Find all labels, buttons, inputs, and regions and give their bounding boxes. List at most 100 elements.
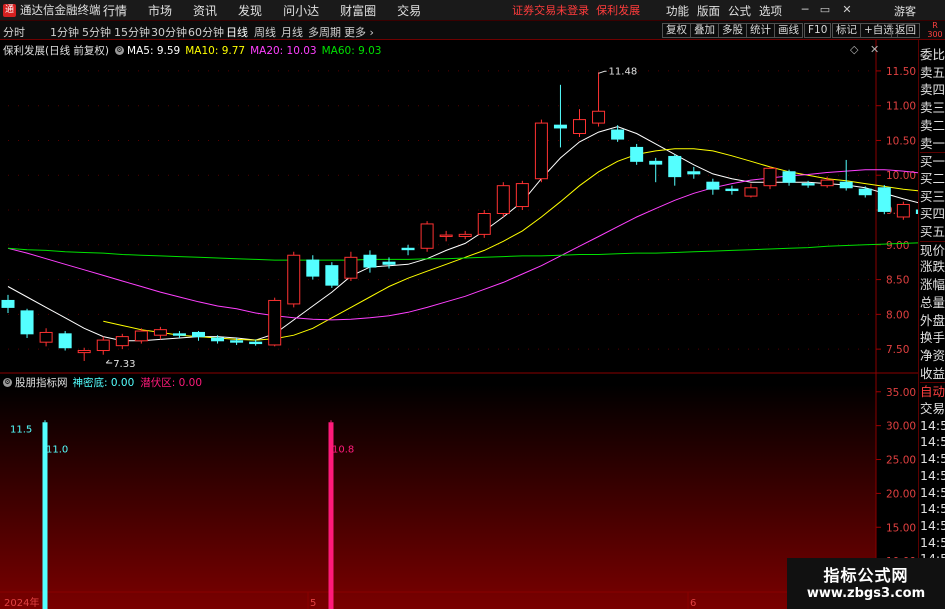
- candle-body: [268, 299, 282, 346]
- candle[interactable]: [649, 157, 663, 183]
- candle[interactable]: [77, 347, 91, 361]
- indicator-name[interactable]: 股朋指标网: [15, 375, 68, 390]
- menu-item-ask[interactable]: 问小达: [283, 2, 319, 19]
- candle[interactable]: [134, 328, 148, 344]
- menu-item-functions[interactable]: 功能: [666, 3, 689, 19]
- back-button[interactable]: 返回: [891, 23, 920, 38]
- candle[interactable]: [534, 119, 548, 183]
- candle[interactable]: [287, 251, 301, 308]
- candle-body: [496, 185, 510, 215]
- period-tab-daily[interactable]: 日线: [226, 24, 248, 40]
- chart-tools: ◇ ✕: [842, 43, 879, 56]
- period-tab-1min[interactable]: 1分钟: [50, 24, 79, 40]
- close-chart-icon[interactable]: ✕: [870, 43, 879, 56]
- user-guest-label[interactable]: 游客: [894, 3, 916, 19]
- side-panel-item: 14:56: [920, 451, 945, 467]
- mark-button[interactable]: 标记: [832, 23, 861, 38]
- f10-button[interactable]: F10: [804, 23, 832, 38]
- trade-login-status[interactable]: 证券交易未登录: [512, 2, 589, 18]
- side-panel-item: 卖三: [920, 100, 945, 116]
- diamond-icon[interactable]: ◇: [850, 43, 858, 56]
- period-tab-15min[interactable]: 15分钟: [114, 24, 150, 40]
- period-tab-weekly[interactable]: 周线: [254, 24, 276, 40]
- candle[interactable]: [115, 333, 129, 350]
- candle[interactable]: [458, 230, 472, 240]
- period-tab-60min[interactable]: 60分钟: [188, 24, 224, 40]
- candle[interactable]: [782, 169, 796, 186]
- candle[interactable]: [839, 159, 853, 191]
- side-panel-item: 14:56: [920, 467, 945, 483]
- menu-item-trade[interactable]: 交易: [397, 2, 421, 19]
- candle[interactable]: [496, 182, 510, 217]
- side-panel-item: 14:56: [920, 484, 945, 500]
- side-panel-item: 买二: [920, 170, 945, 186]
- menu-item-options[interactable]: 选项: [759, 3, 782, 19]
- menu-item-quotes[interactable]: 行情: [103, 2, 127, 19]
- candle-body: [649, 160, 663, 165]
- candle-body: [39, 331, 53, 343]
- candle[interactable]: [96, 336, 110, 355]
- period-tab-intraday[interactable]: 分时: [3, 24, 25, 40]
- candle[interactable]: [687, 166, 701, 179]
- candle[interactable]: [630, 143, 644, 165]
- candle[interactable]: [420, 221, 434, 252]
- menu-item-market[interactable]: 市场: [148, 2, 172, 19]
- current-stock-name[interactable]: 保利发展: [596, 2, 640, 18]
- candle[interactable]: [306, 255, 320, 280]
- candle[interactable]: [58, 331, 72, 351]
- statistics-button[interactable]: 统计: [746, 23, 775, 38]
- candle-body: [725, 188, 739, 192]
- candle[interactable]: [344, 251, 358, 281]
- candle[interactable]: [858, 186, 872, 198]
- period-tab-multi[interactable]: 多周期: [308, 24, 341, 40]
- candle[interactable]: [39, 328, 53, 347]
- candle[interactable]: [268, 297, 282, 347]
- options-icon[interactable]: ⚙: [115, 46, 125, 55]
- minimize-icon[interactable]: ─: [798, 3, 812, 17]
- candle[interactable]: [172, 331, 186, 339]
- candle[interactable]: [592, 72, 606, 127]
- candle[interactable]: [573, 109, 586, 137]
- candle-body: [477, 213, 491, 235]
- menu-item-wealth[interactable]: 财富圈: [340, 2, 376, 19]
- menu-item-news[interactable]: 资讯: [193, 2, 217, 19]
- close-icon[interactable]: ✕: [840, 3, 854, 17]
- candle[interactable]: [725, 185, 739, 195]
- candle[interactable]: [553, 84, 567, 148]
- menu-item-formula[interactable]: 公式: [728, 3, 751, 19]
- chart-canvas[interactable]: 11.5011.0010.5010.009.509.008.508.007.50…: [0, 40, 918, 609]
- period-tab-monthly[interactable]: 月线: [281, 24, 303, 40]
- indicator-options-icon[interactable]: ⚙: [3, 378, 12, 387]
- candle[interactable]: [401, 244, 415, 256]
- r-badge[interactable]: R 300: [926, 21, 944, 40]
- candle[interactable]: [744, 183, 758, 198]
- x-tick-label: 2024年: [4, 596, 39, 609]
- candle[interactable]: [192, 331, 205, 341]
- candle[interactable]: [877, 184, 891, 215]
- draw-line-button[interactable]: 画线: [774, 23, 803, 38]
- candle[interactable]: [20, 308, 34, 339]
- restore-icon[interactable]: ▭: [818, 3, 832, 17]
- high-marker: [598, 70, 607, 74]
- period-tab-5min[interactable]: 5分钟: [82, 24, 111, 40]
- candle[interactable]: [477, 210, 491, 238]
- candle[interactable]: [153, 326, 167, 340]
- candle[interactable]: [325, 262, 339, 288]
- period-tab-more[interactable]: 更多 ›: [344, 24, 374, 40]
- adjust-button[interactable]: 复权: [662, 23, 691, 38]
- candle[interactable]: [439, 230, 453, 242]
- candle[interactable]: [668, 154, 682, 186]
- candle[interactable]: [1, 294, 15, 313]
- candle[interactable]: [515, 180, 529, 211]
- candle-body: [230, 340, 244, 343]
- quote-side-panel: 委比 卖五 卖四 卖三 卖二 卖一 买一 买二 买三 买四 买五 现价 涨跌 涨幅 总量 外盘 换手 净资 收益 自动…: [918, 40, 945, 609]
- candle[interactable]: [763, 166, 777, 190]
- menu-item-discover[interactable]: 发现: [238, 2, 262, 19]
- candle-body: [896, 203, 910, 218]
- period-tab-30min[interactable]: 30分钟: [151, 24, 187, 40]
- candle[interactable]: [896, 201, 910, 220]
- multi-stock-button[interactable]: 多股: [718, 23, 747, 38]
- menu-item-layout[interactable]: 版面: [697, 3, 720, 19]
- overlay-button[interactable]: 叠加: [690, 23, 719, 38]
- candle[interactable]: [706, 178, 720, 195]
